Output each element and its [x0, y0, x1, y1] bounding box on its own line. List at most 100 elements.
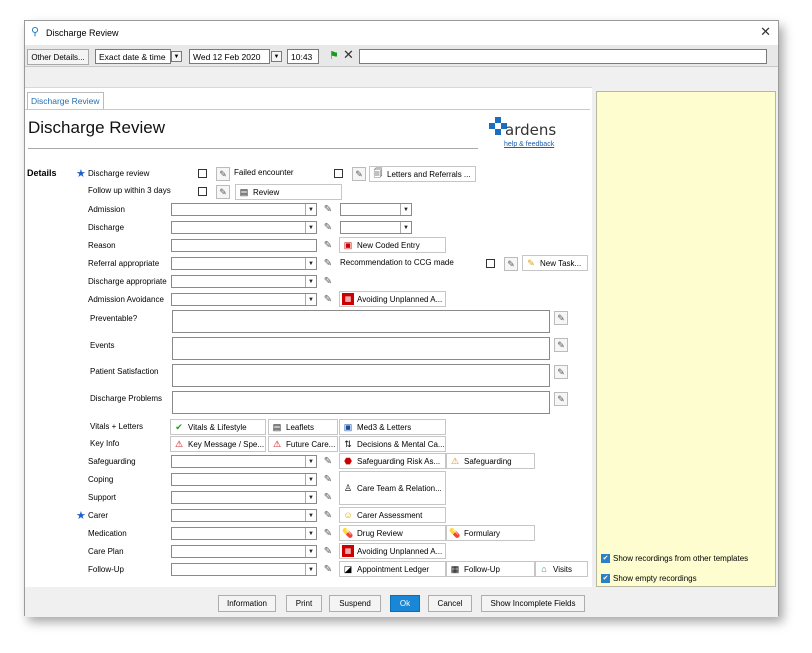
date-mode-select[interactable]: Exact date & time — [95, 49, 171, 64]
pencil-icon[interactable]: ✎ — [554, 365, 568, 379]
date-field[interactable]: Wed 12 Feb 2020 — [189, 49, 270, 64]
avoiding-unplanned-icon: ▦ — [342, 293, 354, 305]
care-plan-label: Care Plan — [88, 547, 124, 556]
support-select[interactable]: ▼ — [171, 491, 317, 504]
pencil-icon[interactable]: ✎ — [554, 311, 568, 325]
show-empty-checkbox[interactable]: ✔ — [601, 574, 610, 583]
pencil-icon[interactable]: ✎ — [322, 221, 334, 234]
time-field[interactable]: 10:43 — [287, 49, 319, 64]
pencil-icon[interactable]: ✎ — [322, 293, 334, 306]
flag-icon[interactable]: ⚑ — [329, 49, 339, 62]
discharge-review-checkbox[interactable] — [198, 169, 207, 178]
pencil-icon[interactable]: ✎ — [322, 509, 334, 522]
discharge-appropriate-select[interactable]: ▼ — [171, 275, 317, 288]
carer-select[interactable]: ▼ — [171, 509, 317, 522]
preventable-textarea[interactable] — [172, 310, 550, 333]
pencil-icon[interactable]: ✎ — [322, 257, 334, 270]
failed-encounter-checkbox[interactable] — [334, 169, 343, 178]
reason-input[interactable] — [171, 239, 317, 252]
discharge-select[interactable]: ▼ — [171, 221, 317, 234]
pencil-icon[interactable]: ✎ — [322, 275, 334, 288]
letters-referrals-button[interactable]: 🗐 Letters and Referrals ... — [369, 166, 476, 182]
follow-up-button[interactable]: ▦ Follow-Up — [446, 561, 535, 577]
tab-discharge-review[interactable]: Discharge Review — [27, 92, 104, 109]
safeguarding-select[interactable]: ▼ — [171, 455, 317, 468]
follow-up-select[interactable]: ▼ — [171, 563, 317, 576]
key-message-button[interactable]: ⚠ Key Message / Spe... — [170, 436, 266, 452]
print-button[interactable]: Print — [286, 595, 322, 612]
patient-satisfaction-textarea[interactable] — [172, 364, 550, 387]
pencil-icon[interactable]: ✎ — [322, 545, 334, 558]
close-icon[interactable]: ✕ — [760, 25, 771, 39]
person-icon: ♙ — [343, 482, 353, 493]
drug-review-button[interactable]: 💊 Drug Review — [339, 525, 446, 541]
care-plan-select[interactable]: ▼ — [171, 545, 317, 558]
coping-select[interactable]: ▼ — [171, 473, 317, 486]
referral-appropriate-label: Referral appropriate — [88, 259, 160, 268]
pencil-icon[interactable]: ✎ — [322, 473, 334, 486]
free-text-input[interactable] — [359, 49, 767, 64]
admission-secondary-select[interactable]: ▼ — [340, 203, 412, 216]
recommendation-ccg-checkbox[interactable] — [486, 259, 495, 268]
safeguarding-button[interactable]: ⚠ Safeguarding — [446, 453, 535, 469]
care-team-button[interactable]: ♙ Care Team & Relation... — [339, 471, 446, 505]
review-button[interactable]: ▤ Review — [235, 184, 342, 200]
carer-label: Carer — [88, 511, 109, 520]
vitals-lifestyle-button[interactable]: ✔ Vitals & Lifestyle — [170, 419, 266, 435]
admission-select[interactable]: ▼ — [171, 203, 317, 216]
discharge-secondary-select[interactable]: ▼ — [340, 221, 412, 234]
pencil-icon[interactable]: ✎ — [554, 338, 568, 352]
warning-icon: ⚠ — [174, 438, 184, 449]
referral-appropriate-select[interactable]: ▼ — [171, 257, 317, 270]
check-icon: ✔ — [175, 421, 183, 432]
show-incomplete-fields-button[interactable]: Show Incomplete Fields — [481, 595, 585, 612]
admission-label: Admission — [88, 205, 125, 214]
reason-label: Reason — [88, 241, 116, 250]
events-textarea[interactable] — [172, 337, 550, 360]
help-feedback-link[interactable]: help & feedback — [504, 141, 554, 148]
ok-button[interactable]: Ok — [390, 595, 420, 612]
other-details-button[interactable]: Other Details... — [27, 49, 89, 65]
decisions-mental-button[interactable]: ⇅ Decisions & Mental Ca... — [339, 436, 446, 452]
pencil-icon[interactable]: ✎ — [322, 203, 334, 216]
clear-icon[interactable]: ✕ — [343, 47, 354, 63]
pencil-icon[interactable]: ✎ — [216, 185, 230, 199]
pencil-icon[interactable]: ✎ — [322, 491, 334, 504]
avoiding-unplanned-button-2[interactable]: ▦ Avoiding Unplanned A... — [339, 543, 446, 559]
chevron-down-icon: ▼ — [400, 204, 411, 215]
leaflets-button[interactable]: ▤ Leaflets — [268, 419, 338, 435]
follow-up-3-days-checkbox[interactable] — [198, 187, 207, 196]
chevron-down-icon[interactable]: ▼ — [171, 51, 182, 62]
new-coded-entry-button[interactable]: ▣ New Coded Entry — [339, 237, 446, 253]
cancel-button[interactable]: Cancel — [428, 595, 472, 612]
safeguarding-label: Safeguarding — [88, 457, 136, 466]
information-button[interactable]: Information — [218, 595, 276, 612]
patient-satisfaction-label: Patient Satisfaction — [90, 367, 159, 376]
carer-assessment-button[interactable]: ☺ Carer Assessment — [339, 507, 446, 523]
formulary-button[interactable]: 💊 Formulary — [446, 525, 535, 541]
admission-avoidance-select[interactable]: ▼ — [171, 293, 317, 306]
medication-select[interactable]: ▼ — [171, 527, 317, 540]
chevron-down-icon[interactable]: ▼ — [271, 51, 282, 62]
leaflet-icon: ▤ — [272, 421, 282, 432]
pencil-icon[interactable]: ✎ — [322, 455, 334, 468]
main-panel: Discharge Review Discharge Review ardens… — [25, 87, 592, 587]
pencil-icon[interactable]: ✎ — [216, 167, 230, 181]
suspend-button[interactable]: Suspend — [329, 595, 381, 612]
safeguarding-risk-button[interactable]: ⬣ Safeguarding Risk As... — [339, 453, 446, 469]
pencil-icon[interactable]: ✎ — [322, 527, 334, 540]
appointment-ledger-button[interactable]: ◪ Appointment Ledger — [339, 561, 446, 577]
pencil-icon[interactable]: ✎ — [554, 392, 568, 406]
pencil-icon[interactable]: ✎ — [322, 563, 334, 576]
med3-letters-button[interactable]: ▣ Med3 & Letters — [339, 419, 446, 435]
pencil-icon[interactable]: ✎ — [322, 239, 334, 252]
new-task-button[interactable]: ✎ New Task... — [522, 255, 588, 271]
future-care-button[interactable]: ⚠ Future Care... — [268, 436, 338, 452]
discharge-problems-textarea[interactable] — [172, 391, 550, 414]
pencil-icon[interactable]: ✎ — [352, 167, 366, 181]
pencil-icon[interactable]: ✎ — [504, 257, 518, 271]
show-other-templates-checkbox[interactable]: ✔ — [601, 554, 610, 563]
visits-button[interactable]: ⌂ Visits — [535, 561, 588, 577]
avoiding-unplanned-button[interactable]: ▦ Avoiding Unplanned A... — [339, 291, 446, 307]
details-label: Details — [27, 168, 57, 178]
